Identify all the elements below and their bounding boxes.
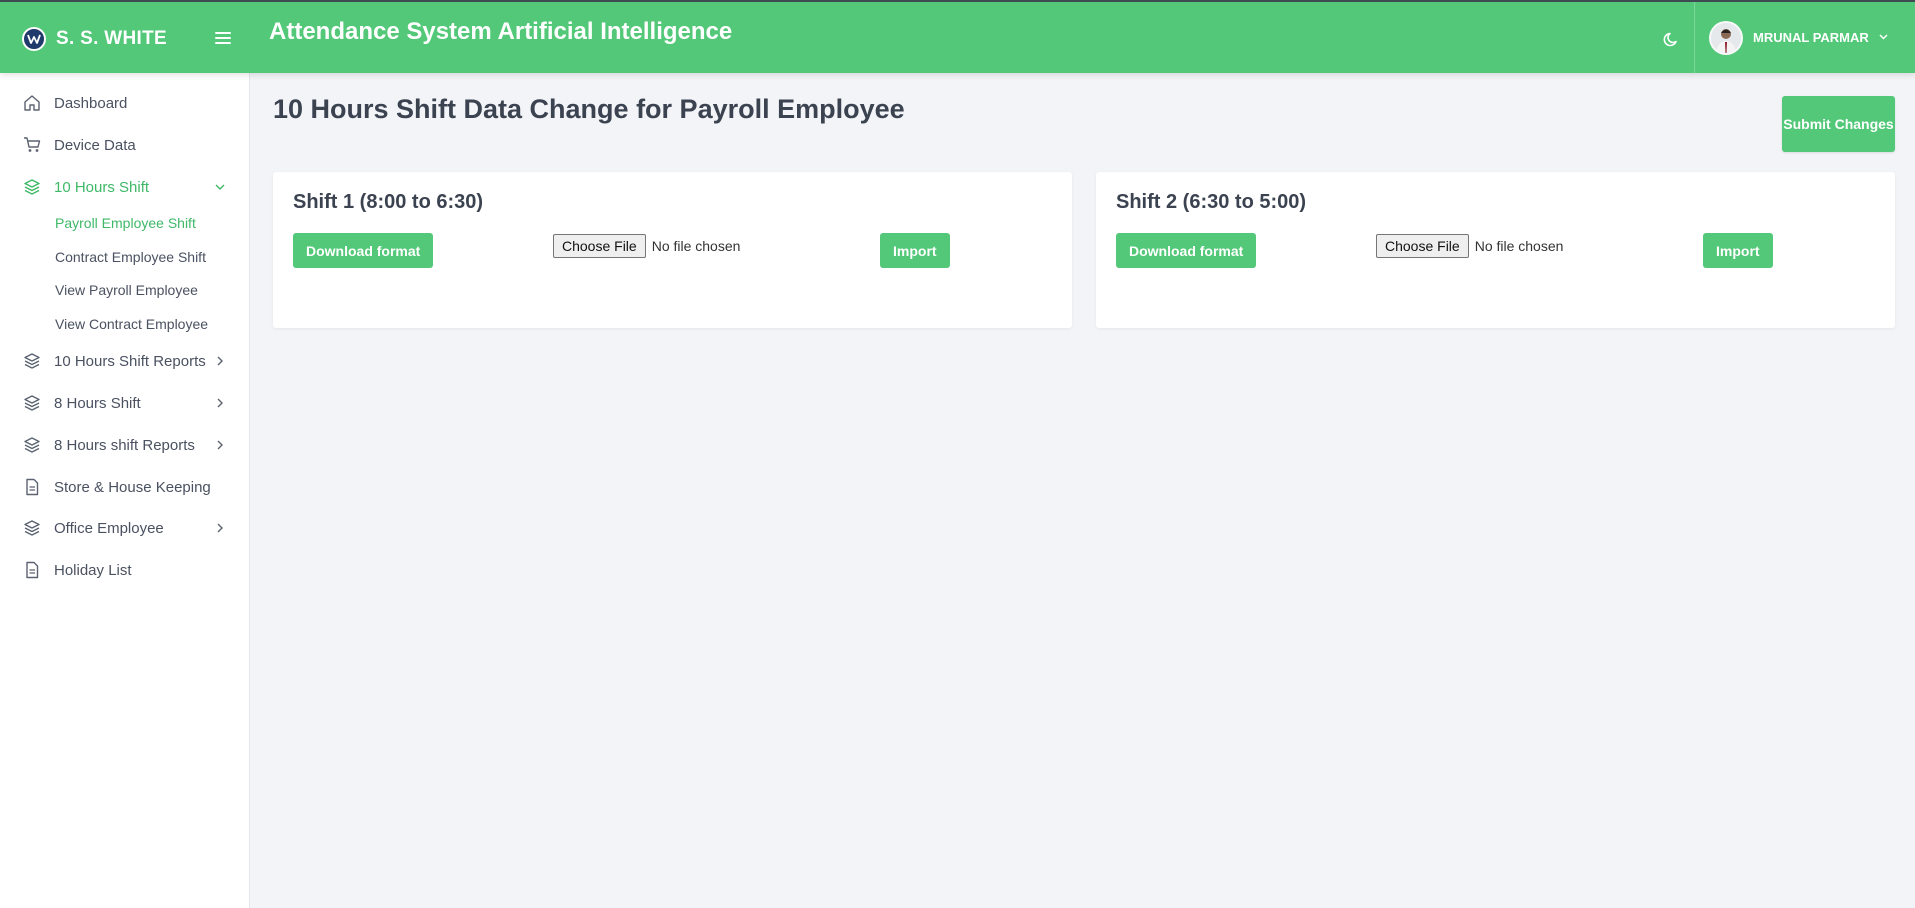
layers-icon <box>22 393 42 413</box>
sidebar-item-label: Store & House Keeping <box>54 478 211 496</box>
sidebar-item-label: 8 Hours shift Reports <box>54 436 195 454</box>
sidebar-item-10-hours-shift-reports[interactable]: 10 Hours Shift Reports <box>0 344 250 378</box>
file-icon <box>22 560 42 580</box>
file-icon <box>22 477 42 497</box>
sidebar-subitem-payroll-employee-shift[interactable]: Payroll Employee Shift <box>55 210 196 236</box>
avatar <box>1709 20 1743 55</box>
sidebar-item-10-hours-shift[interactable]: 10 Hours Shift <box>0 170 250 204</box>
sidebar-item-dashboard[interactable]: Dashboard <box>0 86 250 120</box>
shift-1-card: Shift 1 (8:00 to 6:30) Download format C… <box>273 172 1072 328</box>
chevron-right-icon <box>213 521 227 535</box>
top-header: S. S. WHITE Attendance System Artificial… <box>0 0 1915 73</box>
sidebar-item-device-data[interactable]: Device Data <box>0 128 250 162</box>
hamburger-menu-icon[interactable] <box>212 28 234 48</box>
sidebar: Dashboard Device Data 10 Hours Shift Pay… <box>0 73 250 908</box>
moon-icon[interactable] <box>1661 28 1683 50</box>
sidebar-item-label: Holiday List <box>54 561 132 579</box>
user-menu[interactable]: MRUNAL PARMAR <box>1694 2 1915 73</box>
sidebar-item-label: Office Employee <box>54 519 164 537</box>
card-title: Shift 1 (8:00 to 6:30) <box>293 191 484 213</box>
sidebar-subitem-contract-employee-shift[interactable]: Contract Employee Shift <box>55 244 206 270</box>
download-format-button[interactable]: Download format <box>293 233 434 268</box>
sidebar-item-office-employee[interactable]: Office Employee <box>0 511 250 545</box>
chevron-down-icon <box>213 180 227 194</box>
import-button[interactable]: Import <box>1703 233 1773 268</box>
sidebar-item-store-house-keeping[interactable]: Store & House Keeping <box>0 470 250 504</box>
chevron-right-icon <box>213 438 227 452</box>
submit-changes-button[interactable]: Submit Changes <box>1782 96 1895 152</box>
layers-icon <box>22 435 42 455</box>
layers-icon <box>22 177 42 197</box>
choose-file-button[interactable]: Choose File <box>1376 234 1469 258</box>
app-title: Attendance System Artificial Intelligenc… <box>269 18 733 45</box>
file-status: No file chosen <box>1474 238 1564 254</box>
shift-2-card: Shift 2 (6:30 to 5:00) Download format C… <box>1096 172 1895 328</box>
chevron-right-icon <box>213 354 227 368</box>
sidebar-item-label: 8 Hours Shift <box>54 394 141 412</box>
file-status: No file chosen <box>651 238 741 254</box>
card-title: Shift 2 (6:30 to 5:00) <box>1116 191 1307 213</box>
sidebar-item-label: Dashboard <box>54 94 128 112</box>
layers-icon <box>22 351 42 371</box>
page-title: 10 Hours Shift Data Change for Payroll E… <box>273 94 905 124</box>
cart-icon <box>22 135 42 155</box>
choose-file-button[interactable]: Choose File <box>553 234 646 258</box>
sidebar-item-label: 10 Hours Shift <box>54 178 150 196</box>
sidebar-subitem-view-payroll-employee[interactable]: View Payroll Employee <box>55 277 198 303</box>
chevron-down-icon <box>1879 32 1888 43</box>
sidebar-item-8-hours-shift[interactable]: 8 Hours Shift <box>0 386 250 420</box>
download-format-button[interactable]: Download format <box>1116 233 1257 268</box>
chevron-right-icon <box>213 396 227 410</box>
import-button[interactable]: Import <box>880 233 950 268</box>
sidebar-subitem-view-contract-employee[interactable]: View Contract Employee <box>55 311 208 337</box>
sidebar-item-8-hours-shift-reports[interactable]: 8 Hours shift Reports <box>0 428 250 462</box>
user-name: MRUNAL PARMAR <box>1753 30 1869 45</box>
file-input: Choose File No file chosen <box>553 234 740 258</box>
layers-icon <box>22 518 42 538</box>
brand[interactable]: S. S. WHITE <box>22 26 167 52</box>
file-input: Choose File No file chosen <box>1376 234 1563 258</box>
ssw-logo-icon <box>22 27 46 51</box>
brand-name: S. S. WHITE <box>56 28 167 49</box>
sidebar-item-label: 10 Hours Shift Reports <box>54 352 206 370</box>
home-icon <box>22 93 42 113</box>
sidebar-item-label: Device Data <box>54 136 136 154</box>
sidebar-item-holiday-list[interactable]: Holiday List <box>0 553 250 587</box>
